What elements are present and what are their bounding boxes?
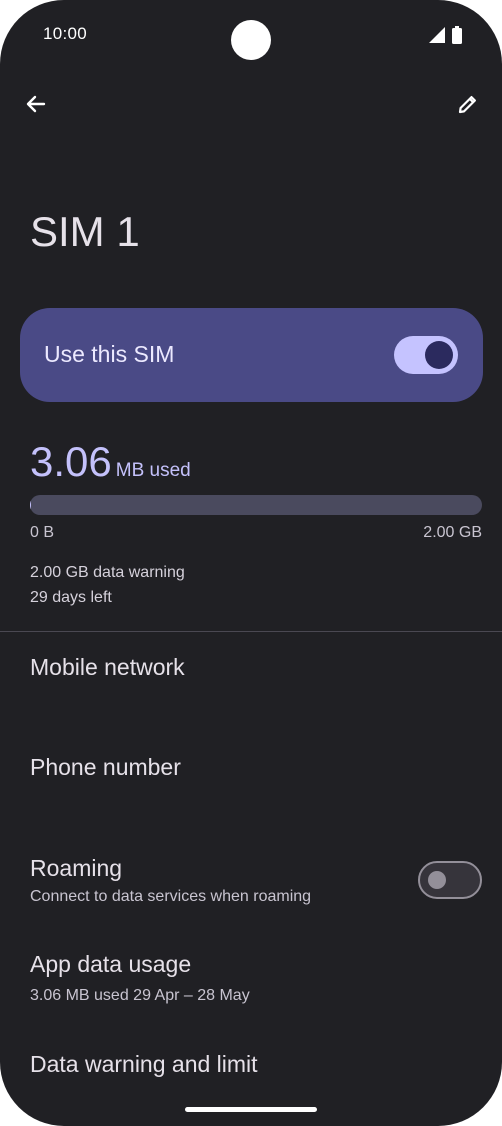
usage-min-label: 0 B bbox=[30, 524, 55, 541]
days-left-text: 29 days left bbox=[30, 589, 112, 606]
use-sim-label: Use this SIM bbox=[44, 341, 175, 367]
data-usage-summary: 3.06 MB used bbox=[30, 438, 191, 486]
toggle-knob bbox=[425, 341, 453, 369]
arrow-left-icon bbox=[24, 92, 48, 121]
phone-screen: 10:00 SIM 1 Use this SIM 3.06 MB used 0 … bbox=[0, 0, 502, 1126]
app-data-usage-item[interactable]: App data usage 3.06 MB used 29 Apr – 28 … bbox=[0, 944, 502, 1014]
mobile-network-item[interactable]: Mobile network bbox=[0, 648, 502, 708]
home-indicator[interactable] bbox=[185, 1107, 317, 1112]
usage-progress-fill bbox=[30, 495, 31, 515]
app-data-usage-title: App data usage bbox=[30, 951, 192, 977]
page-title: SIM 1 bbox=[30, 208, 140, 255]
phone-number-item[interactable]: Phone number bbox=[0, 748, 502, 808]
phone-number-title: Phone number bbox=[30, 754, 181, 780]
signal-icon bbox=[429, 27, 445, 48]
usage-max-label: 2.00 GB bbox=[423, 524, 482, 541]
data-warning-text: 2.00 GB data warning bbox=[30, 564, 185, 581]
status-bar: 10:00 bbox=[0, 0, 502, 72]
pencil-icon bbox=[456, 92, 480, 121]
usage-progress-bar bbox=[30, 495, 482, 515]
usage-amount: 3.06 bbox=[30, 438, 112, 485]
use-sim-toggle[interactable] bbox=[394, 336, 458, 374]
back-button[interactable] bbox=[16, 86, 56, 126]
edit-button[interactable] bbox=[448, 86, 488, 126]
roaming-subtitle: Connect to data services when roaming bbox=[30, 888, 312, 905]
app-data-usage-subtitle: 3.06 MB used 29 Apr – 28 May bbox=[30, 987, 250, 1004]
status-time: 10:00 bbox=[43, 24, 88, 43]
battery-icon bbox=[452, 26, 462, 49]
status-icons bbox=[429, 26, 462, 49]
top-app-bar bbox=[0, 82, 502, 130]
roaming-item[interactable]: Roaming Connect to data services when ro… bbox=[0, 848, 502, 918]
section-divider bbox=[0, 631, 502, 632]
roaming-toggle[interactable] bbox=[418, 861, 482, 899]
usage-unit: MB used bbox=[115, 460, 191, 481]
toggle-knob bbox=[428, 871, 446, 889]
data-warning-limit-item[interactable]: Data warning and limit bbox=[0, 1044, 502, 1094]
data-warning-limit-title: Data warning and limit bbox=[30, 1051, 258, 1077]
mobile-network-title: Mobile network bbox=[30, 654, 185, 680]
use-sim-card[interactable]: Use this SIM bbox=[20, 308, 483, 402]
camera-cutout bbox=[231, 20, 271, 60]
roaming-title: Roaming bbox=[30, 855, 123, 881]
